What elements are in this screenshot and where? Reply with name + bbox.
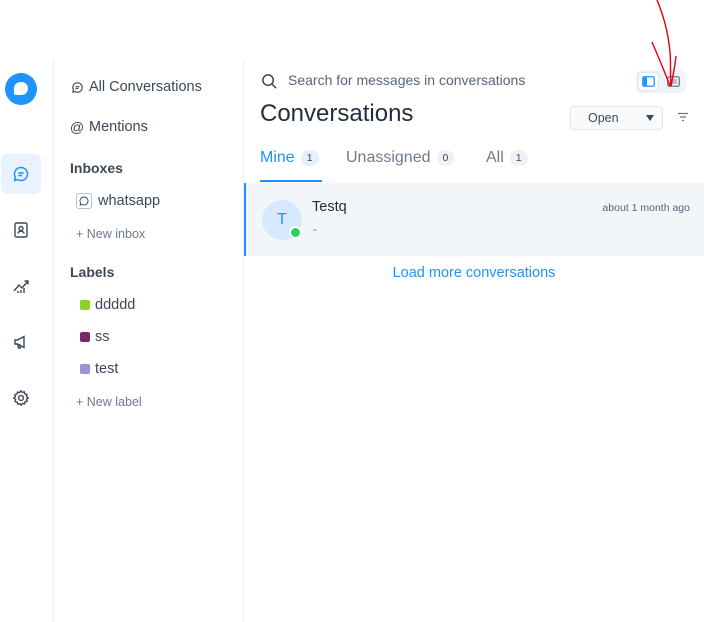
count-badge: 0 [436, 150, 455, 166]
status-filter-value: Open [588, 111, 619, 125]
whatsapp-icon [76, 193, 92, 209]
reports-nav-button[interactable] [1, 266, 41, 306]
sidebar-item-label: All Conversations [89, 79, 202, 95]
primary-nav-rail [0, 60, 54, 622]
plus-icon: + [76, 227, 87, 241]
page-title: Conversations [260, 100, 414, 127]
sidebar-item-all-conversations[interactable]: All Conversations [70, 79, 202, 95]
sidebar-item-mentions[interactable]: @ Mentions [70, 119, 148, 135]
new-label-link[interactable]: + New label [76, 395, 142, 409]
message-preview: - [313, 222, 317, 236]
settings-nav-button[interactable] [1, 378, 41, 418]
label-color-swatch [80, 332, 90, 342]
caret-down-icon [646, 115, 654, 121]
tab-mine[interactable]: Mine 1 [260, 149, 319, 167]
chat-icon [70, 80, 84, 94]
sort-filter-icon[interactable] [677, 112, 689, 122]
contacts-icon [14, 222, 28, 238]
annotation-arrow [651, 0, 677, 87]
contacts-nav-button[interactable] [1, 210, 41, 250]
load-more-button[interactable]: Load more conversations [244, 265, 704, 281]
sidebar-item-label-ss[interactable]: ss [80, 329, 110, 345]
labels-heading: Labels [70, 264, 115, 280]
label-color-swatch [80, 364, 90, 374]
sidebar-item-whatsapp[interactable]: whatsapp [76, 193, 160, 209]
sidebar-item-label-ddddd[interactable]: ddddd [80, 297, 135, 313]
count-badge: 1 [509, 150, 528, 166]
conversation-list-panel: Conversations Open Mine 1 Unassigned 0 A… [244, 60, 704, 622]
conversation-tabs: Mine 1 Unassigned 0 All 1 [244, 146, 704, 184]
new-inbox-link[interactable]: + New inbox [76, 227, 145, 241]
sidebar-item-label: whatsapp [98, 193, 161, 209]
status-filter-select[interactable]: Open [570, 106, 663, 130]
inboxes-heading: Inboxes [70, 160, 123, 176]
conversations-nav-button[interactable] [1, 154, 41, 194]
reports-icon [13, 280, 29, 293]
search-input[interactable] [288, 72, 588, 88]
app-logo[interactable] [5, 73, 37, 105]
count-badge: 1 [300, 150, 319, 166]
campaigns-icon [14, 335, 25, 349]
at-icon: @ [69, 119, 85, 135]
conversation-card[interactable]: T Testq - about 1 month ago [244, 183, 704, 256]
settings-icon [12, 389, 30, 407]
plus-icon: + [76, 395, 87, 409]
active-tab-indicator [260, 180, 322, 182]
chat-icon [13, 166, 29, 182]
whatsapp-icon [289, 226, 301, 238]
conversation-timestamp: about 1 month ago [602, 202, 690, 214]
campaigns-nav-button[interactable] [1, 322, 41, 362]
label-color-swatch [80, 300, 90, 310]
sidebar-item-label: Mentions [89, 119, 148, 135]
secondary-sidebar: All Conversations @ Mentions Inboxes wha… [54, 60, 244, 622]
sidebar-item-label-test[interactable]: test [80, 361, 118, 377]
tab-all[interactable]: All 1 [486, 149, 528, 167]
search-icon [262, 74, 277, 89]
tab-unassigned[interactable]: Unassigned 0 [346, 149, 455, 167]
contact-name: Testq [312, 199, 347, 215]
